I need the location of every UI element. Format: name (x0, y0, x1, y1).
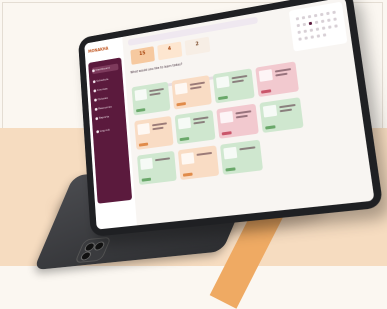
quiz-icon (94, 98, 97, 102)
sidebar-item-logout[interactable]: Log out (96, 125, 123, 135)
tablet-device: MONAKHA Dashboard Schedule Courses Quizz… (77, 0, 384, 238)
course-card[interactable] (171, 75, 212, 110)
calendar-widget[interactable] (288, 1, 348, 52)
course-card[interactable] (212, 68, 255, 104)
course-card[interactable] (219, 139, 264, 175)
book-icon (93, 89, 97, 93)
course-card[interactable] (177, 145, 220, 181)
course-card[interactable] (255, 61, 299, 98)
sidebar-item-dashboard[interactable]: Dashboard (91, 63, 119, 75)
course-card[interactable] (131, 81, 171, 116)
calendar-icon (92, 80, 96, 84)
course-card[interactable] (174, 109, 216, 145)
course-card[interactable] (137, 150, 177, 185)
sidebar-item-reports[interactable]: Reports (95, 112, 122, 122)
stat-card: 2 (184, 36, 211, 56)
sidebar: MONAKHA Dashboard Schedule Courses Quizz… (84, 36, 137, 230)
folder-icon (94, 107, 98, 111)
camera-lens-icon (79, 250, 93, 261)
dashboard-icon (92, 69, 95, 73)
sidebar-nav: Dashboard Schedule Courses Quizzes Resou… (88, 57, 133, 204)
logout-icon (96, 130, 100, 134)
course-card[interactable] (259, 97, 304, 134)
stat-card: 4 (157, 41, 183, 61)
app-logo: MONAKHA (88, 45, 109, 54)
stat-card: 15 (130, 46, 155, 65)
course-card[interactable] (216, 103, 259, 139)
tablet-screen: MONAKHA Dashboard Schedule Courses Quizz… (84, 0, 375, 230)
course-card[interactable] (134, 115, 174, 150)
chart-icon (95, 117, 99, 121)
